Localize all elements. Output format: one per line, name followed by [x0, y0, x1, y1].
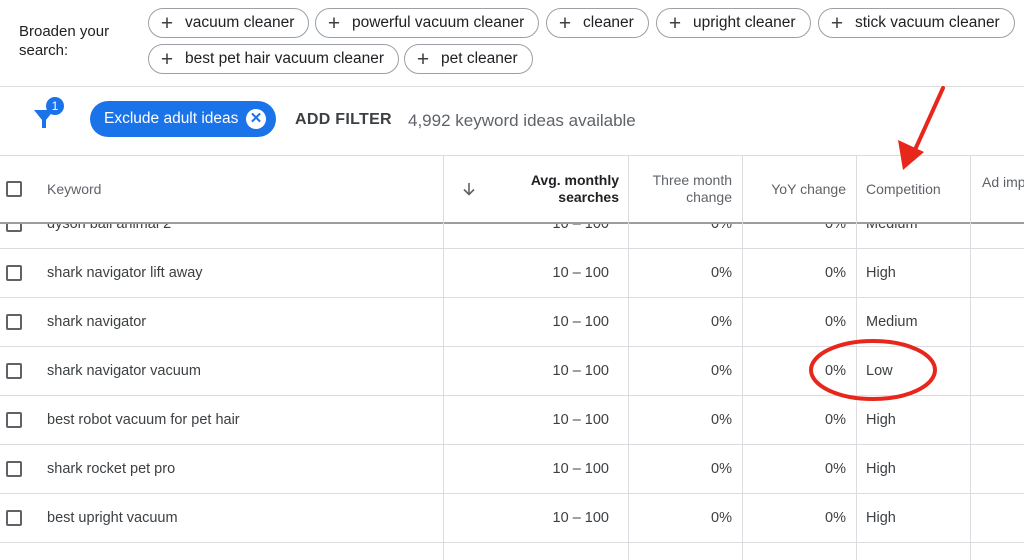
broaden-search-label: Broaden your search:: [19, 23, 110, 59]
chip-label: upright cleaner: [693, 14, 796, 31]
chip-best-pet-hair-vacuum-cleaner[interactable]: + best pet hair vacuum cleaner: [148, 44, 400, 74]
chip-label: vacuum cleaner: [185, 14, 295, 31]
plus-icon: +: [416, 47, 430, 71]
table-row[interactable]: shark navigator lift away 10 – 100 0% 0%…: [0, 249, 1024, 298]
column-header-competition[interactable]: Competition: [866, 156, 966, 222]
table-row[interactable]: shark navigator vacuum 10 – 100 0% 0% Lo…: [0, 347, 1024, 396]
column-divider: [970, 156, 971, 560]
exclude-chip-label: Exclude adult ideas: [104, 110, 239, 127]
competition-cell: High: [866, 412, 896, 428]
table-row[interactable]: best robot vacuum for pet hair 10 – 100 …: [0, 396, 1024, 445]
chip-label: pet cleaner: [441, 50, 518, 67]
column-header-three-month-change[interactable]: Three month change: [629, 156, 732, 222]
yoy-cell: 0%: [825, 510, 846, 526]
keyword-cell: shark navigator vacuum: [47, 363, 201, 379]
plus-icon: +: [668, 11, 682, 35]
table-header: Keyword Avg. monthly searches Three mont…: [0, 156, 1024, 224]
three-month-cell: 0%: [711, 510, 732, 526]
plus-icon: +: [327, 11, 341, 35]
keyword-cell: shark navigator: [47, 314, 147, 330]
avg-monthly-cell: 10 – 100: [552, 314, 609, 330]
arrow-down-icon[interactable]: [444, 156, 494, 222]
column-header-keyword[interactable]: Keyword: [47, 156, 427, 222]
divider: [0, 86, 1024, 87]
competition-cell: Medium: [866, 314, 918, 330]
column-divider: [628, 156, 629, 560]
keyword-cell: best robot vacuum for pet hair: [47, 412, 240, 428]
yoy-cell: 0%: [825, 265, 846, 281]
avg-monthly-cell: 10 – 100: [552, 461, 609, 477]
keyword-cell: shark rocket pet pro: [47, 461, 176, 477]
table-row[interactable]: shark navigator 10 – 100 0% 0% Medium: [0, 298, 1024, 347]
yoy-cell: 0%: [825, 314, 846, 330]
plus-icon: +: [160, 47, 174, 71]
row-checkbox[interactable]: [6, 314, 22, 330]
three-month-cell: 0%: [711, 314, 732, 330]
row-checkbox[interactable]: [6, 265, 22, 281]
column-header-ad-impression[interactable]: Ad imp: [982, 156, 1024, 222]
column-header-avg-monthly-searches[interactable]: Avg. monthly searches: [494, 156, 619, 222]
keyword-cell: shark navigator lift away: [47, 265, 203, 281]
chip-cleaner[interactable]: + cleaner: [546, 8, 649, 38]
filter-count-badge: 1: [46, 97, 64, 115]
three-month-cell: 0%: [711, 363, 732, 379]
chip-label: powerful vacuum cleaner: [352, 14, 525, 31]
competition-cell: High: [866, 461, 896, 477]
chip-upright-cleaner[interactable]: + upright cleaner: [656, 8, 811, 38]
yoy-cell: 0%: [825, 461, 846, 477]
chip-stick-vacuum-cleaner[interactable]: + stick vacuum cleaner: [818, 8, 1015, 38]
avg-monthly-cell: 10 – 100: [552, 363, 609, 379]
chip-label: stick vacuum cleaner: [855, 14, 1000, 31]
column-divider: [856, 156, 857, 560]
row-checkbox[interactable]: [6, 461, 22, 477]
chip-powerful-vacuum-cleaner[interactable]: + powerful vacuum cleaner: [315, 8, 540, 38]
chip-label: best pet hair vacuum cleaner: [185, 50, 385, 67]
add-filter-button[interactable]: ADD FILTER: [295, 111, 392, 129]
chip-pet-cleaner[interactable]: + pet cleaner: [404, 44, 533, 74]
select-all-checkbox[interactable]: [6, 181, 22, 197]
chip-vacuum-cleaner[interactable]: + vacuum cleaner: [148, 8, 310, 38]
yoy-cell: 0%: [825, 412, 846, 428]
three-month-cell: 0%: [711, 412, 732, 428]
row-checkbox[interactable]: [6, 412, 22, 428]
column-header-yoy-change[interactable]: YoY change: [743, 156, 846, 222]
yoy-cell: 0%: [825, 363, 846, 379]
row-checkbox[interactable]: [6, 363, 22, 379]
avg-monthly-cell: 10 – 100: [552, 412, 609, 428]
table-row[interactable]: best upright vacuum 10 – 100 0% 0% High: [0, 494, 1024, 543]
competition-cell: Low: [866, 363, 893, 379]
competition-cell: High: [866, 265, 896, 281]
avg-monthly-cell: 10 – 100: [552, 265, 609, 281]
table-row[interactable]: shark rocket pet pro 10 – 100 0% 0% High: [0, 445, 1024, 494]
row-checkbox[interactable]: [6, 510, 22, 526]
avg-monthly-cell: 10 – 100: [552, 510, 609, 526]
close-icon[interactable]: ✕: [246, 109, 266, 129]
plus-icon: +: [160, 11, 174, 35]
three-month-cell: 0%: [711, 265, 732, 281]
column-divider: [443, 156, 444, 560]
plus-icon: +: [830, 11, 844, 35]
three-month-cell: 0%: [711, 461, 732, 477]
keyword-table: dyson ball animal 2 10 – 100 0% 0% Mediu…: [0, 156, 1024, 560]
competition-cell: High: [866, 510, 896, 526]
plus-icon: +: [558, 11, 572, 35]
exclude-adult-ideas-chip[interactable]: Exclude adult ideas ✕: [90, 101, 276, 137]
chip-label: cleaner: [583, 14, 634, 31]
keyword-ideas-count: 4,992 keyword ideas available: [408, 111, 636, 130]
column-divider: [742, 156, 743, 560]
keyword-cell: best upright vacuum: [47, 510, 178, 526]
